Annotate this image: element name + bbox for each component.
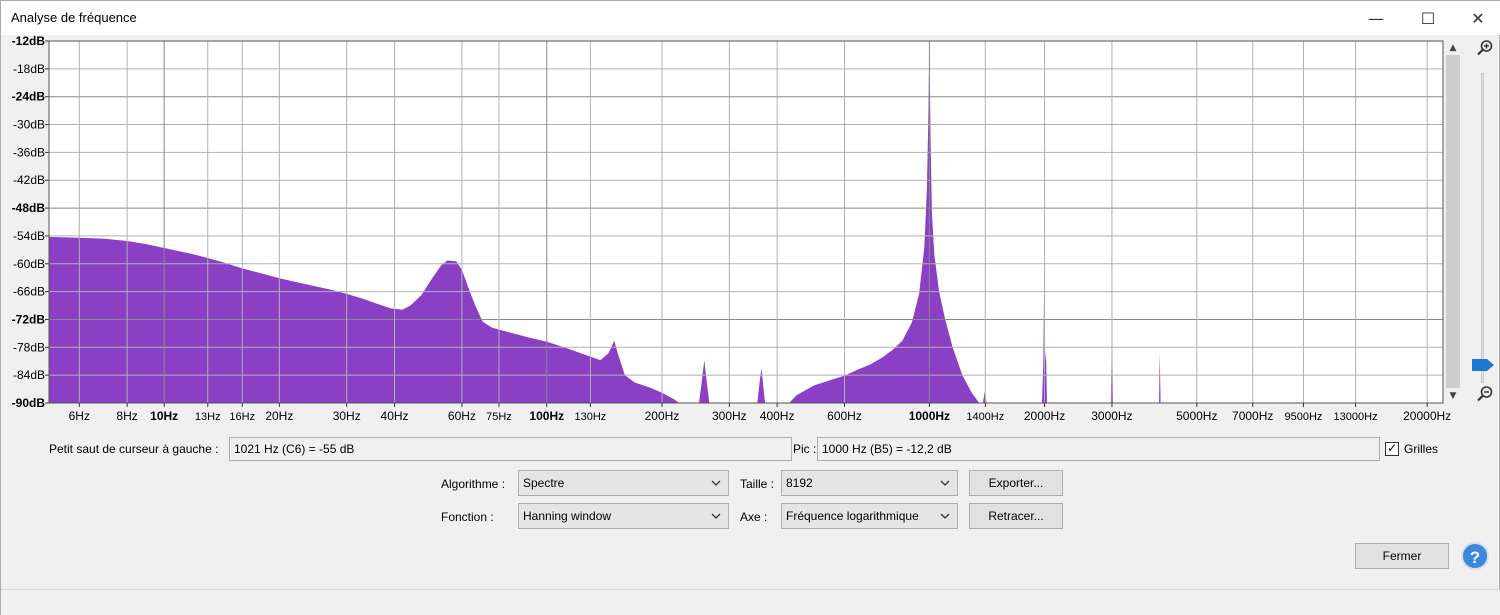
x-axis-labels: 6Hz 8Hz 10Hz 13Hz 16Hz 20Hz 30Hz 40Hz 60Hz 75Hz 10… [69,403,1451,423]
x-tick-label: 130Hz [574,411,606,423]
close-button[interactable]: Fermer [1355,543,1449,569]
x-tick-label: 1000Hz [909,409,950,423]
axis-select-value: Fréquence logarithmique [786,509,919,523]
minimize-button[interactable]: — [1353,1,1399,35]
frequency-analysis-window: Analyse de fréquence — ☐ ✕ -12dB -18dB -24… [0,0,1500,615]
export-button[interactable]: Exporter... [969,470,1063,496]
status-bar [1,589,1500,615]
x-tick-label: 6Hz [69,409,90,423]
algorithm-label: Algorithme : [441,477,506,491]
function-label: Fonction : [441,510,494,524]
zoom-control [1469,37,1499,407]
cursor-value-field: 1021 Hz (C6) = -55 dB [229,437,792,461]
y-tick-label: -18dB [13,62,45,76]
zoom-in-icon[interactable] [1476,39,1494,57]
x-tick-label: 7000Hz [1232,409,1273,423]
y-tick-label: -66dB [13,285,45,299]
algorithm-select[interactable]: Spectre [518,470,729,496]
function-select-value: Hanning window [523,509,612,523]
x-tick-label: 16Hz [229,411,255,423]
chevron-down-icon [940,513,950,519]
cursor-label: Petit saut de curseur à gauche : [49,442,219,456]
grids-checkbox[interactable]: ✓ [1385,441,1399,456]
close-window-button[interactable]: ✕ [1455,1,1500,35]
y-tick-label: -24dB [12,90,46,104]
x-tick-label: 200Hz [645,409,680,423]
zoom-slider-thumb[interactable] [1472,359,1494,371]
window-title: Analyse de fréquence [11,10,137,25]
x-tick-label: 300Hz [712,409,747,423]
x-tick-label: 20Hz [265,409,293,423]
chevron-down-icon [940,480,950,486]
y-tick-label: -60dB [13,257,45,271]
grids-label: Grilles [1404,442,1439,456]
y-tick-label: -84dB [13,368,45,382]
size-select[interactable]: 8192 [781,470,958,496]
redraw-button[interactable]: Retracer... [969,503,1063,529]
x-tick-label: 60Hz [448,409,476,423]
maximize-button[interactable]: ☐ [1405,1,1451,35]
peak-value-field: 1000 Hz (B5) = -12,2 dB [817,437,1380,461]
x-tick-label: 1400Hz [966,411,1004,423]
x-tick-label: 13Hz [195,411,221,423]
x-tick-label: 100Hz [529,409,564,423]
x-tick-label: 8Hz [116,409,137,423]
y-tick-label: -48dB [12,201,46,215]
x-tick-label: 400Hz [760,409,795,423]
scroll-thumb[interactable] [1446,55,1460,388]
y-tick-label: -78dB [13,340,45,354]
y-tick-label: -54dB [13,229,45,243]
help-icon[interactable]: ? [1461,542,1489,570]
scroll-down-arrow-icon[interactable]: ▼ [1445,389,1461,403]
size-label: Taille : [740,477,775,491]
x-tick-label: 75Hz [486,411,512,423]
x-tick-label: 5000Hz [1176,409,1217,423]
y-tick-label: -90dB [12,396,46,410]
chevron-down-icon [711,513,721,519]
y-tick-label: -72dB [12,312,46,326]
x-tick-label: 30Hz [333,409,361,423]
check-mark-icon: ✓ [1387,441,1398,455]
function-select[interactable]: Hanning window [518,503,729,529]
x-tick-label: 20000Hz [1403,409,1451,423]
x-tick-label: 40Hz [381,409,409,423]
chevron-down-icon [711,480,721,486]
spectrum-chart[interactable]: -12dB -18dB -24dB -30dB -36dB -42dB -48dB -54dB… [1,35,1500,433]
x-tick-label: 600Hz [827,409,862,423]
x-tick-label: 3000Hz [1091,409,1132,423]
zoom-slider-track[interactable] [1481,73,1484,383]
axis-label: Axe : [740,510,768,524]
axis-select[interactable]: Fréquence logarithmique [781,503,958,529]
y-tick-label: -30dB [13,118,45,132]
peak-label: Pic : [793,442,817,456]
zoom-out-icon[interactable] [1476,385,1494,403]
x-tick-label: 9500Hz [1285,411,1323,423]
size-select-value: 8192 [786,476,813,490]
x-tick-label: 2000Hz [1024,409,1065,423]
scroll-up-arrow-icon[interactable]: ▲ [1445,41,1461,55]
title-bar[interactable]: Analyse de fréquence — ☐ ✕ [1,1,1500,35]
vertical-scrollbar[interactable]: ▲ ▼ [1445,41,1461,403]
y-tick-label: -36dB [13,145,45,159]
y-tick-label: -42dB [13,173,45,187]
algorithm-select-value: Spectre [523,476,565,490]
x-tick-label: 13000Hz [1334,411,1378,423]
y-axis-labels: -12dB -18dB -24dB -30dB -36dB -42dB -48dB -54dB… [12,35,49,410]
x-tick-label: 10Hz [150,409,178,423]
y-tick-label: -12dB [12,35,46,48]
